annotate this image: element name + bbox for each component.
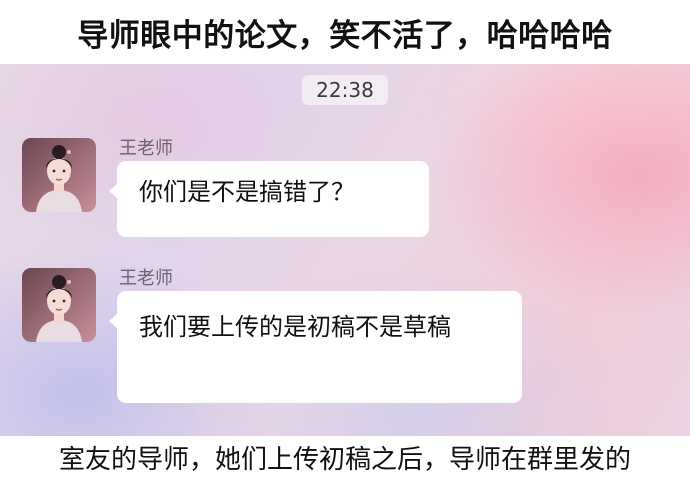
chat-window: 22:38 王老师 你们是不是搞错了？ 王老师 我们要上传的是初稿不是草稿	[0, 64, 690, 436]
message-timestamp: 22:38	[302, 75, 388, 105]
sender-name: 王老师	[119, 138, 173, 159]
avatar[interactable]	[22, 268, 96, 342]
message-bubble[interactable]: 你们是不是搞错了？	[109, 161, 429, 237]
sender-name: 王老师	[119, 268, 173, 289]
profile-photo-icon	[22, 268, 96, 342]
profile-photo-icon	[22, 138, 96, 212]
avatar[interactable]	[22, 138, 96, 212]
top-caption: 导师眼中的论文，笑不活了，哈哈哈哈	[0, 0, 690, 64]
message-bubble[interactable]: 我们要上传的是初稿不是草稿	[109, 291, 522, 403]
bottom-caption: 室友的导师，她们上传初稿之后，导师在群里发的	[0, 436, 690, 478]
